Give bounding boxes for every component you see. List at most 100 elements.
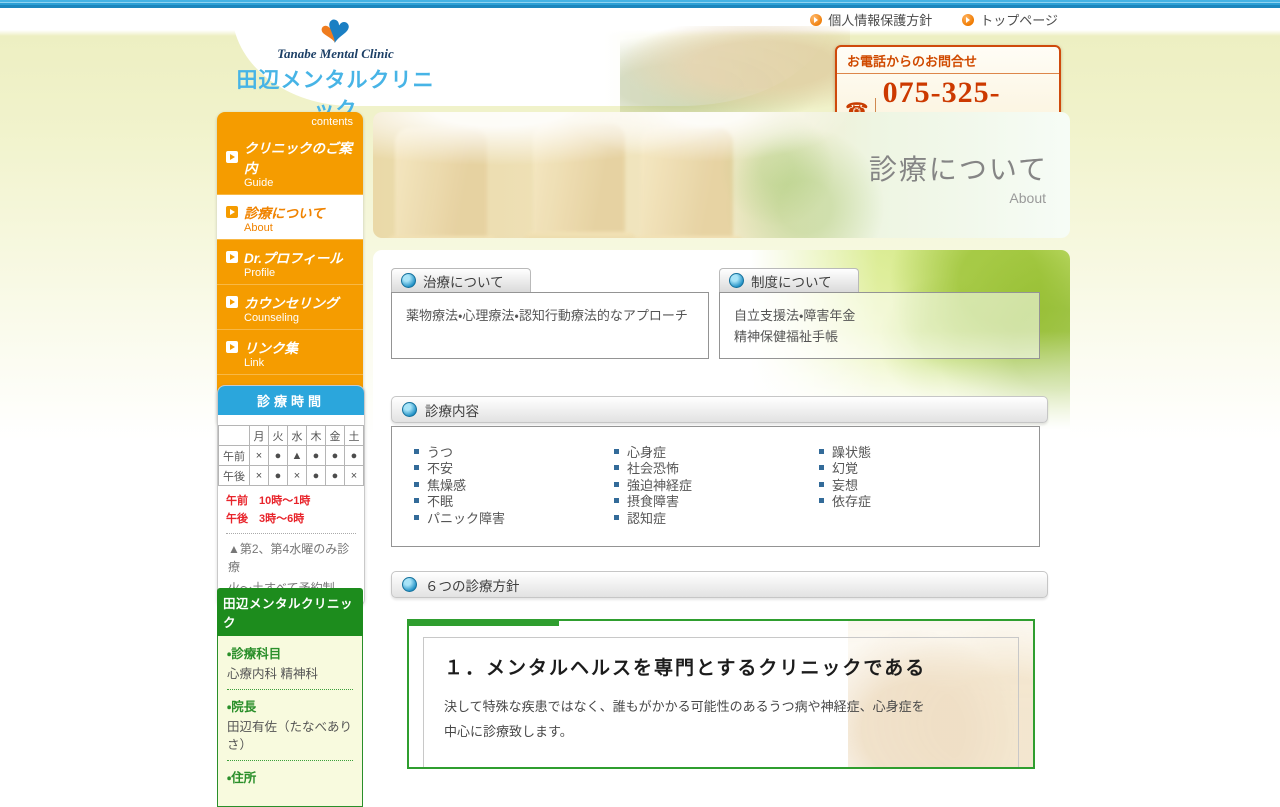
hours-header-cell: 土 — [345, 426, 364, 446]
hours-cell: ● — [269, 466, 288, 486]
hours-cell: × — [345, 466, 364, 486]
services-header-bar: 診療内容 — [391, 396, 1048, 423]
system-tab-label: 制度について — [751, 271, 832, 291]
services-list-box: うつ 不安 焦燥感 不眠 パニック障害 心身症 社会恐怖 強迫神経症 摂食障害 … — [391, 426, 1040, 547]
clinic-logo[interactable]: ♥♥ Tanabe Mental Clinic 田辺メンタルクリニック — [228, 8, 443, 124]
menu-sublabel: Counseling — [244, 312, 354, 324]
arrow-square-icon — [226, 296, 238, 308]
policy-item-box: １．メンタルヘルスを専門とするクリニックである 決して特殊な疾患ではなく、誰もが… — [407, 619, 1035, 769]
hours-cell: ● — [326, 466, 345, 486]
top-stripe — [0, 0, 1280, 8]
square-bullet-icon — [414, 449, 419, 454]
info-value-departments: 心療内科 精神科 — [227, 665, 353, 683]
hours-row-label: 午前 — [219, 446, 250, 466]
hours-cell: × — [250, 466, 269, 486]
services-section: 診療内容 うつ 不安 焦燥感 不眠 パニック障害 心身症 社会恐怖 強迫神経症 … — [391, 396, 1048, 547]
sidebar-item-profile[interactable]: Dr.プロフィール Profile — [217, 239, 363, 284]
info-label-director: ・院長 — [227, 696, 353, 715]
service-item: 妄想 — [819, 476, 871, 493]
clinic-info-box: 田辺メンタルクリニック ・診療科目 心療内科 精神科 ・院長 田辺有佐（たなべあ… — [217, 588, 363, 807]
service-item: 不安 — [414, 460, 614, 477]
sidebar-menu: contents クリニックのご案内 Guide 診療について About Dr… — [217, 112, 363, 428]
system-section: 制度について 自立支援法・障害年金 精神保健福祉手帳 — [719, 268, 1040, 359]
square-bullet-icon — [414, 498, 419, 503]
page-banner: 診療について About — [373, 112, 1070, 238]
am-hours-note: 午前 10時～1時 — [226, 492, 356, 508]
clinic-hours-box: 診療時間 月 火 水 木 金 土 午前 × ● ▲ ● ● ● 午後 × ● ×… — [217, 385, 365, 607]
service-item: うつ — [414, 443, 614, 460]
info-value-director: 田辺有佐（たなべありさ） — [227, 718, 353, 754]
square-bullet-icon — [819, 498, 824, 503]
policy-header-bar: ６つの診療方針 — [391, 571, 1048, 598]
square-bullet-icon — [614, 482, 619, 487]
hours-cell: ● — [307, 466, 326, 486]
contents-label: contents — [217, 112, 363, 130]
service-item: 摂食障害 — [614, 493, 819, 510]
sidebar-item-link[interactable]: リンク集 Link — [217, 329, 363, 374]
blue-dot-icon — [401, 273, 416, 288]
square-bullet-icon — [819, 465, 824, 470]
square-bullet-icon — [614, 449, 619, 454]
hours-header-cell: 木 — [307, 426, 326, 446]
hours-cell: × — [288, 466, 307, 486]
service-item: パニック障害 — [414, 509, 614, 526]
hours-header-cell: 月 — [250, 426, 269, 446]
policy-body-line: 中心に診療致します。 — [444, 719, 998, 744]
blue-dot-icon — [402, 402, 417, 417]
hours-cell: ● — [326, 446, 345, 466]
sidebar-item-about[interactable]: 診療について About — [217, 194, 363, 239]
service-item: 幻覚 — [819, 460, 871, 477]
square-bullet-icon — [414, 515, 419, 520]
dotted-divider — [227, 689, 353, 690]
hours-cell: × — [250, 446, 269, 466]
treatment-body: 薬物療法・心理療法・認知行動療法的なアプローチ — [391, 292, 709, 359]
menu-sublabel: Profile — [244, 267, 354, 279]
arrow-square-icon — [226, 251, 238, 263]
page-title: 診療について — [869, 148, 1048, 188]
content-panel: 治療について 薬物療法・心理療法・認知行動療法的なアプローチ 制度について 自立… — [373, 250, 1070, 720]
policy-item-inner: １．メンタルヘルスを専門とするクリニックである 決して特殊な疾患ではなく、誰もが… — [423, 637, 1019, 768]
services-title: 診療内容 — [425, 400, 479, 420]
hours-cell: ● — [269, 446, 288, 466]
hours-header-cell: 火 — [269, 426, 288, 446]
info-label-departments: ・診療科目 — [227, 643, 353, 662]
clinic-hours-title: 診療時間 — [218, 386, 364, 415]
sidebar-item-counseling[interactable]: カウンセリング Counseling — [217, 284, 363, 329]
policy-body-line: 決して特殊な疾患ではなく、誰もがかかる可能性のあるうつ病や神経症、心身症を — [444, 694, 998, 719]
hours-row-label: 午後 — [219, 466, 250, 486]
menu-label: カウンセリング — [244, 292, 339, 312]
service-item: 強迫神経症 — [614, 476, 819, 493]
hours-note: ▲第2、第4水曜のみ診療 — [228, 540, 354, 576]
policy-title: ６つの診療方針 — [425, 575, 520, 595]
square-bullet-icon — [414, 482, 419, 487]
treatment-tab: 治療について — [391, 268, 531, 292]
service-item: 不眠 — [414, 493, 614, 510]
hours-cell: ● — [345, 446, 364, 466]
info-label-address: ・住所 — [227, 767, 353, 786]
treatment-tab-label: 治療について — [423, 271, 504, 291]
menu-label: 診療について — [244, 202, 325, 222]
blue-dot-icon — [402, 577, 417, 592]
page-title-en: About — [1009, 190, 1046, 206]
menu-label: リンク集 — [244, 337, 298, 357]
top-page-link[interactable]: トップページ — [962, 10, 1058, 29]
square-bullet-icon — [819, 482, 824, 487]
arrow-circle-icon — [962, 14, 974, 26]
square-bullet-icon — [414, 465, 419, 470]
system-line: 精神保健福祉手帳 — [734, 326, 1025, 347]
policy-item-heading: １．メンタルヘルスを専門とするクリニックである — [444, 653, 998, 680]
square-bullet-icon — [614, 465, 619, 470]
services-column-2: 心身症 社会恐怖 強迫神経症 摂食障害 認知症 — [614, 443, 819, 526]
system-line: 自立支援法・障害年金 — [734, 305, 1025, 326]
menu-label: クリニックのご案内 — [244, 137, 354, 177]
hours-cell: ● — [307, 446, 326, 466]
sidebar-item-guide[interactable]: クリニックのご案内 Guide — [217, 130, 363, 194]
policy-section: ６つの診療方針 １．メンタルヘルスを専門とするクリニックである 決して特殊な疾患… — [391, 571, 1048, 769]
system-tab: 制度について — [719, 268, 859, 292]
service-item: 焦燥感 — [414, 476, 614, 493]
header-face-photo — [620, 26, 850, 112]
services-column-3: 躁状態 幻覚 妄想 依存症 — [819, 443, 871, 526]
hours-cell: ▲ — [288, 446, 307, 466]
top-page-label: トップページ — [980, 10, 1058, 29]
square-bullet-icon — [614, 515, 619, 520]
